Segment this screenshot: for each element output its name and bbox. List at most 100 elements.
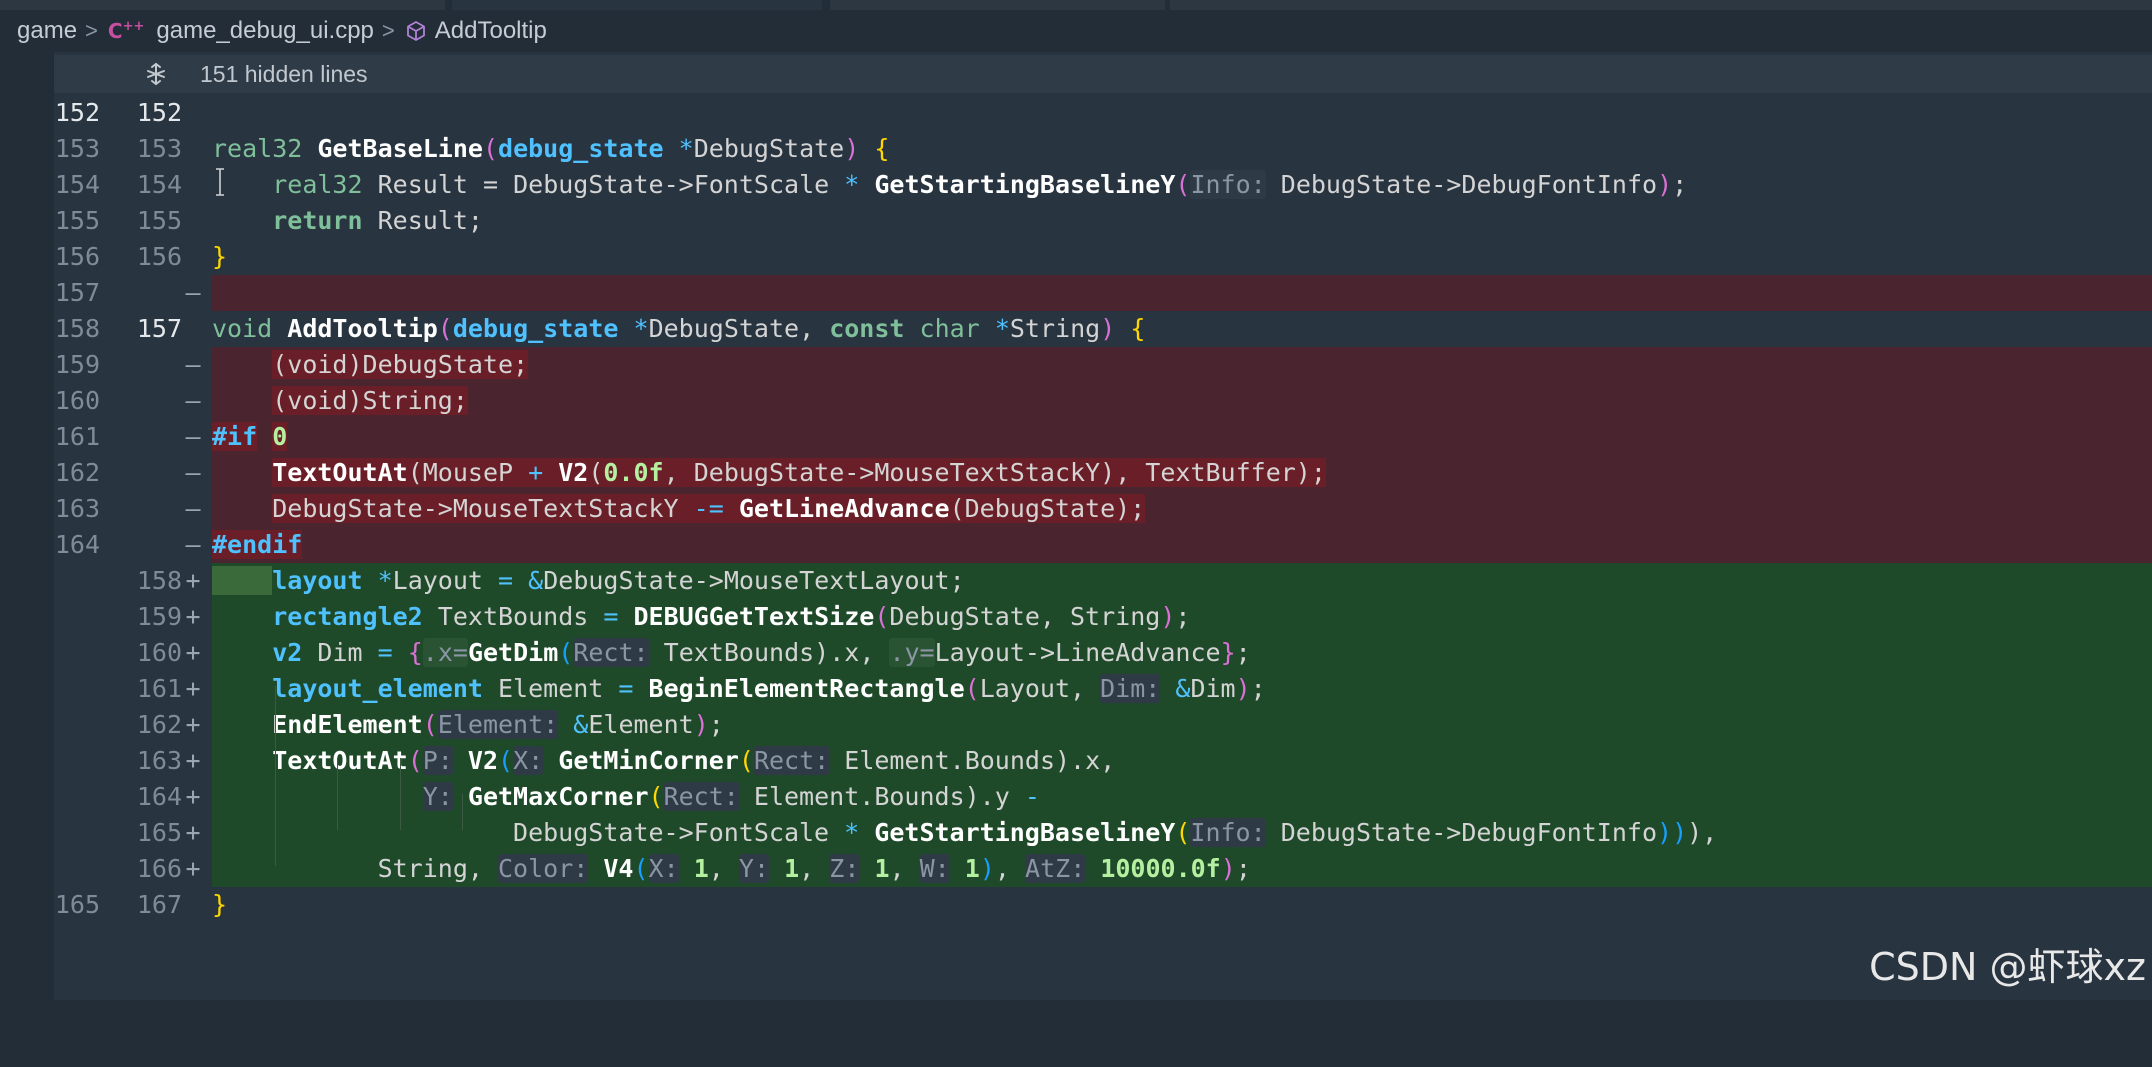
token-punct: , (799, 854, 815, 883)
token-op: * (678, 134, 694, 163)
code-line[interactable]: 152 152 (0, 95, 2152, 131)
line-number-new: 160 (136, 638, 182, 667)
added-line[interactable]: 161 + layout_element Element = BeginElem… (0, 671, 2152, 707)
token-punct: , (889, 854, 905, 883)
breadcrumb-folder[interactable]: game (17, 17, 77, 45)
token-function: TextOutAt (272, 458, 408, 487)
token-ident: DebugState->DebugFontInfo (1280, 170, 1658, 199)
inlay-hint: Info: (1190, 170, 1266, 199)
added-line[interactable]: 160 + v2 Dim = {.x=GetDim(Rect: TextBoun… (0, 635, 2152, 671)
indent-guide (275, 686, 276, 866)
code-text: v2 Dim = {.x=GetDim(Rect: TextBounds).x,… (212, 635, 1251, 671)
token-punct: ( (422, 710, 438, 739)
code-line[interactable]: 154 154 real32 Result = DebugState->Font… (0, 167, 2152, 203)
token-punct: )) (1657, 818, 1688, 847)
line-number-old: 157 (54, 278, 100, 307)
watermark: CSDN @虾球xz (1869, 945, 2146, 989)
deleted-marker: — (185, 350, 201, 379)
deleted-line[interactable]: 162 — TextOutAt(MouseP + V2(0.0f, DebugS… (0, 455, 2152, 491)
added-line[interactable]: 162 + EndElement(Element: &Element); (0, 707, 2152, 743)
line-number-new: 153 (136, 134, 182, 163)
token-punct: ( (633, 854, 649, 883)
code-line[interactable]: 153 153 real32 GetBaseLine(debug_state *… (0, 131, 2152, 167)
token-op: * (844, 170, 860, 199)
token-deleted: (void)String; (272, 386, 468, 415)
line-number-old: 154 (54, 170, 100, 199)
added-line[interactable]: 164 + Y: GetMaxCorner(Rect: Element.Boun… (0, 779, 2152, 815)
token-type: char (919, 314, 980, 343)
deleted-marker: — (185, 494, 201, 523)
inlay-hint: Dim: (1100, 674, 1161, 703)
deleted-line[interactable]: 164 — #endif (0, 527, 2152, 563)
deleted-line[interactable]: 160 — (void)String; (0, 383, 2152, 419)
token-punct: { (874, 134, 890, 163)
text-cursor-icon (216, 168, 224, 196)
deleted-marker: — (185, 278, 201, 307)
indent-guide (462, 794, 463, 830)
token-punct: ).x, (814, 638, 875, 667)
deleted-marker: — (185, 530, 201, 559)
token-type: void (212, 314, 273, 343)
token-function: GetDim (467, 638, 559, 667)
code-text: layout *Layout = &DebugState->MouseTextL… (212, 563, 965, 599)
token-punct: ) (1160, 602, 1176, 631)
code-line[interactable]: 165 167 } (0, 887, 2152, 923)
token-ident: (MouseP (407, 458, 514, 487)
deleted-line[interactable]: 161 — #if 0 (0, 419, 2152, 455)
unfold-icon[interactable] (144, 62, 194, 86)
breadcrumb-symbol[interactable]: AddTooltip (435, 17, 547, 45)
inlay-hint: Y: (422, 782, 453, 811)
inlay-hint: AtZ: (1025, 854, 1086, 883)
line-number-old: 161 (54, 422, 100, 451)
token-punct: ( (1175, 818, 1191, 847)
added-line[interactable]: 163 + TextOutAt(P: V2(X: GetMinCorner(Re… (0, 743, 2152, 779)
code-text: DebugState->MouseTextStackY -= GetLineAd… (212, 491, 1146, 527)
token-type: v2 (272, 638, 303, 667)
token-function: V2 (467, 746, 499, 775)
deleted-line[interactable]: 157 — (0, 275, 2152, 311)
inlay-hint: Y: (738, 854, 770, 883)
code-line[interactable]: 155 155 return Result; (0, 203, 2152, 239)
token-ident: DebugState->FontScale (513, 818, 830, 847)
code-line[interactable]: 158 157 void AddTooltip(debug_state *Deb… (0, 311, 2152, 347)
token-number: 1 (693, 854, 709, 883)
line-number-new: 155 (136, 206, 182, 235)
code-text: TextOutAt(P: V2(X: GetMinCorner(Rect: El… (212, 743, 1115, 779)
added-line[interactable]: 158 + layout *Layout = &DebugState->Mous… (0, 563, 2152, 599)
token-function: GetStartingBaselineY (874, 170, 1176, 199)
breadcrumb: game > C++ game_debug_ui.cpp > AddToolti… (0, 10, 2152, 52)
token-number: 0.0f (603, 458, 664, 487)
deleted-marker: — (185, 458, 201, 487)
deleted-marker: — (185, 422, 201, 451)
token-punct: ; (1672, 170, 1688, 199)
token-punct: } (212, 890, 228, 919)
breadcrumb-file[interactable]: game_debug_ui.cpp (156, 17, 374, 45)
line-number-new: 165 (136, 818, 182, 847)
token-op: & (573, 710, 589, 739)
hidden-lines-bar[interactable]: 151 hidden lines (54, 55, 2152, 93)
token-ident: String (1009, 314, 1101, 343)
inlay-hint: Color: (498, 854, 589, 883)
added-line[interactable]: 165 + DebugState->FontScale * GetStartin… (0, 815, 2152, 851)
token-number: 10000.0f (1100, 854, 1221, 883)
deleted-line-bg (212, 419, 2152, 455)
code-text: (void)String; (212, 383, 468, 419)
added-line[interactable]: 166 + String, Color: V4(X: 1, Y: 1, Z: 1… (0, 851, 2152, 887)
deleted-line[interactable]: 159 — (void)DebugState; (0, 347, 2152, 383)
token-number: 1 (964, 854, 980, 883)
token-ident: Dim (317, 638, 363, 667)
token-ident: TextBounds (437, 602, 589, 631)
added-line[interactable]: 159 + rectangle2 TextBounds = DEBUGGetTe… (0, 599, 2152, 635)
code-line[interactable]: 156 156 } (0, 239, 2152, 275)
line-number-old: 155 (54, 206, 100, 235)
tab-strip-segment (0, 0, 445, 10)
token-punct: ) (844, 134, 860, 163)
tab-strip-segment (830, 0, 1165, 10)
hidden-lines-label[interactable]: 151 hidden lines (200, 61, 368, 88)
token-function: AddTooltip (287, 314, 438, 343)
code-text: #if 0 (212, 419, 288, 455)
line-number-old: 162 (54, 458, 100, 487)
line-number-new: 167 (136, 890, 182, 919)
token-type: rectangle2 (272, 602, 423, 631)
deleted-line[interactable]: 163 — DebugState->MouseTextStackY -= Get… (0, 491, 2152, 527)
